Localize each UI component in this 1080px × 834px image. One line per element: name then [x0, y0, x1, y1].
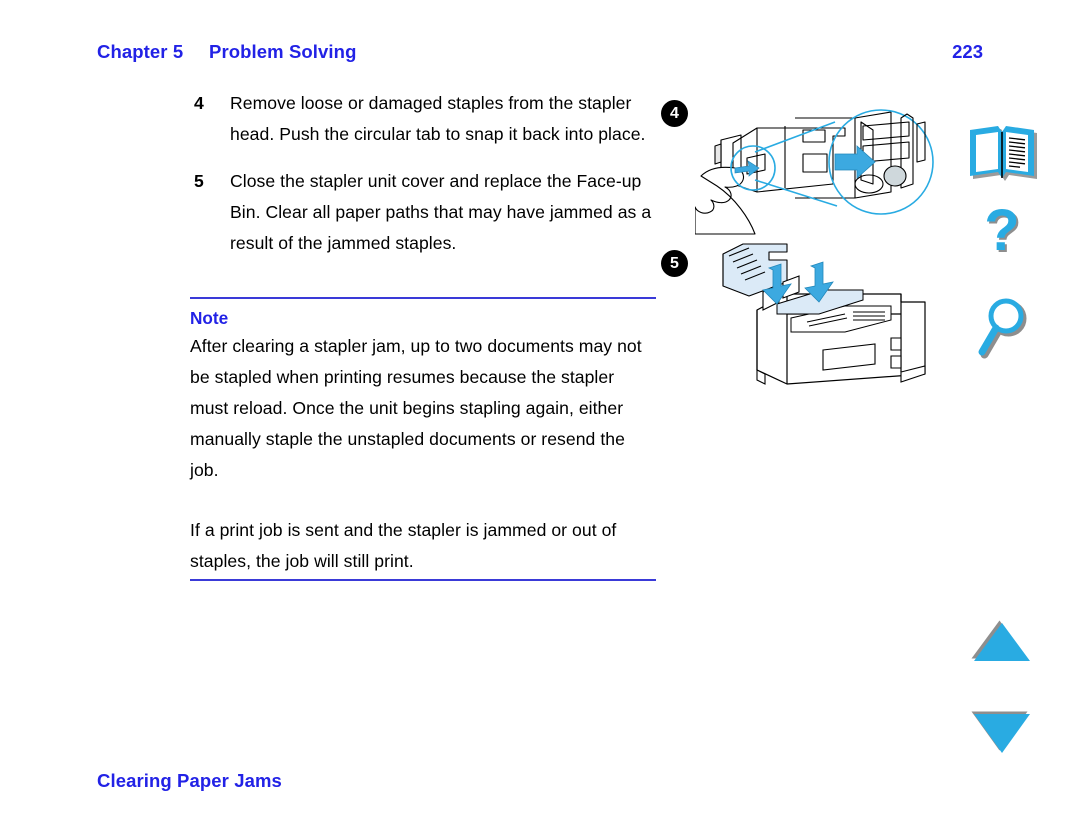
figure-step-marker: 5 — [661, 250, 688, 277]
step-text: Close the stapler unit cover and replace… — [230, 171, 652, 253]
list-item: 5 Close the stapler unit cover and repla… — [190, 166, 660, 259]
navigation-icon-rail: ? ? — [960, 110, 1050, 770]
stapler-head-illustration — [695, 109, 934, 235]
numbered-step-list: 4 Remove loose or damaged staples from t… — [190, 88, 660, 275]
triangle-up-icon[interactable] — [960, 618, 1044, 668]
list-item: 4 Remove loose or damaged staples from t… — [190, 88, 660, 150]
figure-step-4: 4 — [655, 88, 945, 238]
note-callout: Note After clearing a stapler jam, up to… — [190, 297, 656, 581]
illustration-panel: 4 5 — [655, 88, 945, 398]
figure-step-marker: 4 — [661, 100, 688, 127]
printer-face-up-bin-illustration — [722, 243, 926, 385]
note-top-divider — [190, 297, 656, 299]
note-bottom-divider — [190, 579, 656, 581]
question-mark-icon[interactable]: ? ? — [960, 198, 1044, 274]
magnifying-glass-glyph — [978, 298, 1027, 359]
note-paragraph-1: After clearing a stapler jam, up to two … — [190, 336, 642, 480]
page-number: 223 — [952, 41, 983, 62]
page-header: Chapter 5 Problem Solving 223 — [97, 41, 983, 71]
question-mark-glyph: ? ? — [984, 198, 1021, 265]
footer-section-label: Clearing Paper Jams — [97, 770, 282, 791]
magnifying-glass-icon[interactable] — [960, 292, 1044, 364]
step-number: 4 — [194, 93, 204, 113]
breadcrumb-chapter-title: Problem Solving — [209, 41, 357, 62]
step-number: 5 — [194, 171, 204, 191]
note-paragraph-2: If a print job is sent and the stapler i… — [190, 520, 617, 571]
open-book-glyph — [970, 126, 1037, 181]
open-book-icon[interactable] — [960, 118, 1044, 190]
triangle-down-glyph — [971, 711, 1030, 753]
triangle-down-icon[interactable] — [960, 708, 1044, 758]
step-text: Remove loose or damaged staples from the… — [230, 93, 646, 144]
figure-step-5: 5 — [655, 238, 945, 388]
note-heading: Note — [190, 308, 229, 328]
svg-text:?: ? — [984, 202, 1019, 263]
triangle-up-glyph — [971, 620, 1030, 661]
breadcrumb-chapter-label: Chapter 5 — [97, 41, 184, 62]
